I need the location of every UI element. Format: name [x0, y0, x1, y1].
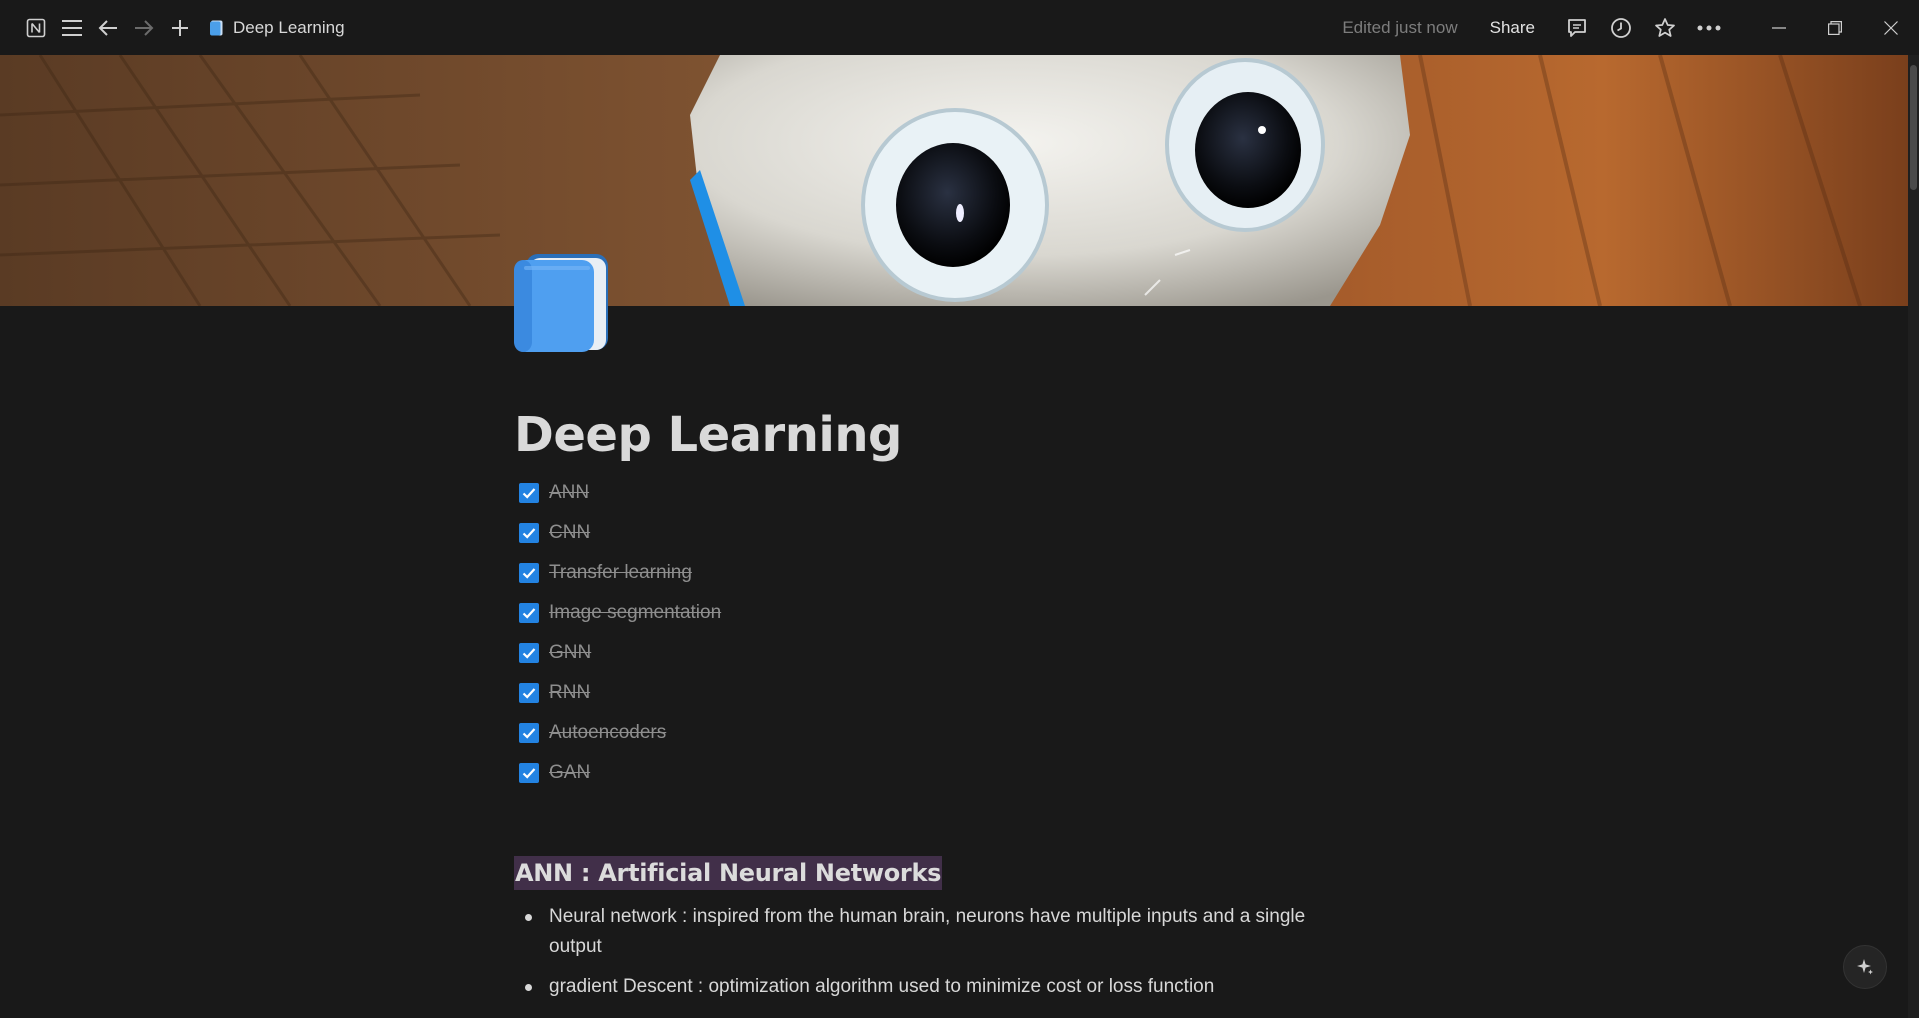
- blue-book-icon: [210, 20, 223, 36]
- todo-checkbox[interactable]: [519, 763, 539, 783]
- notion-logo-icon[interactable]: [18, 10, 54, 46]
- check-icon: [522, 688, 536, 699]
- forward-arrow-icon[interactable]: [126, 10, 162, 46]
- ai-assistant-sparkle-icon[interactable]: [1843, 945, 1887, 989]
- todo-label[interactable]: RNN: [549, 682, 590, 704]
- todo-checkbox[interactable]: [519, 723, 539, 743]
- sidebar-menu-icon[interactable]: [54, 10, 90, 46]
- history-clock-icon[interactable]: [1599, 10, 1643, 46]
- todo-checkbox[interactable]: [519, 603, 539, 623]
- comment-icon[interactable]: [1555, 10, 1599, 46]
- todo-label[interactable]: CNN: [549, 522, 590, 544]
- section-heading[interactable]: ANN : Artificial Neural Networks: [514, 856, 943, 890]
- todo-checkbox[interactable]: [519, 683, 539, 703]
- todo-label[interactable]: GNN: [549, 642, 591, 664]
- check-icon: [522, 488, 536, 499]
- restore-window-icon[interactable]: [1807, 0, 1863, 55]
- todo-label[interactable]: Transfer learning: [549, 562, 692, 584]
- title-bar: Deep Learning Edited just now Share: [0, 0, 1919, 55]
- new-page-plus-icon[interactable]: [162, 10, 198, 46]
- check-icon: [522, 608, 536, 619]
- share-button[interactable]: Share: [1482, 14, 1543, 42]
- minimize-window-icon[interactable]: [1751, 0, 1807, 55]
- check-icon: [522, 768, 536, 779]
- todo-checkbox[interactable]: [519, 563, 539, 583]
- bullet-item[interactable]: gradient Descent : optimization algorith…: [514, 972, 1354, 1002]
- todo-label[interactable]: GAN: [549, 762, 590, 784]
- todo-item: GAN: [514, 753, 1354, 793]
- bullet-list: Neural network : inspired from the human…: [514, 902, 1354, 1002]
- close-window-icon[interactable]: [1863, 0, 1919, 55]
- todo-item: Image segmentation: [514, 593, 1354, 633]
- scrollbar-thumb[interactable]: [1910, 65, 1917, 190]
- todo-item: GNN: [514, 633, 1354, 673]
- todo-item: CNN: [514, 513, 1354, 553]
- todo-label[interactable]: Image segmentation: [549, 602, 721, 624]
- todo-checkbox[interactable]: [519, 523, 539, 543]
- todo-item: ANN: [514, 473, 1354, 513]
- todo-label[interactable]: Autoencoders: [549, 722, 666, 744]
- todo-label[interactable]: ANN: [549, 482, 589, 504]
- blue-book-icon[interactable]: [514, 254, 610, 352]
- breadcrumb-page[interactable]: Deep Learning: [204, 13, 351, 43]
- cover-image[interactable]: [0, 55, 1908, 306]
- vertical-scrollbar[interactable]: [1908, 55, 1919, 1018]
- todo-checkbox[interactable]: [519, 643, 539, 663]
- todo-item: RNN: [514, 673, 1354, 713]
- todo-checkbox[interactable]: [519, 483, 539, 503]
- back-arrow-icon[interactable]: [90, 10, 126, 46]
- edited-status: Edited just now: [1342, 17, 1458, 37]
- todo-item: Autoencoders: [514, 713, 1354, 753]
- page-content: Deep Learning ANN CNN Transfer learning …: [514, 405, 1354, 1012]
- todo-item: Transfer learning: [514, 553, 1354, 593]
- todo-list: ANN CNN Transfer learning Image segmenta…: [514, 473, 1354, 793]
- bullet-item[interactable]: Neural network : inspired from the human…: [514, 902, 1354, 962]
- favorite-star-icon[interactable]: [1643, 10, 1687, 46]
- check-icon: [522, 568, 536, 579]
- more-options-icon[interactable]: [1687, 10, 1731, 46]
- check-icon: [522, 648, 536, 659]
- check-icon: [522, 528, 536, 539]
- page-title[interactable]: Deep Learning: [514, 405, 1354, 465]
- check-icon: [522, 728, 536, 739]
- breadcrumb-title: Deep Learning: [233, 17, 345, 37]
